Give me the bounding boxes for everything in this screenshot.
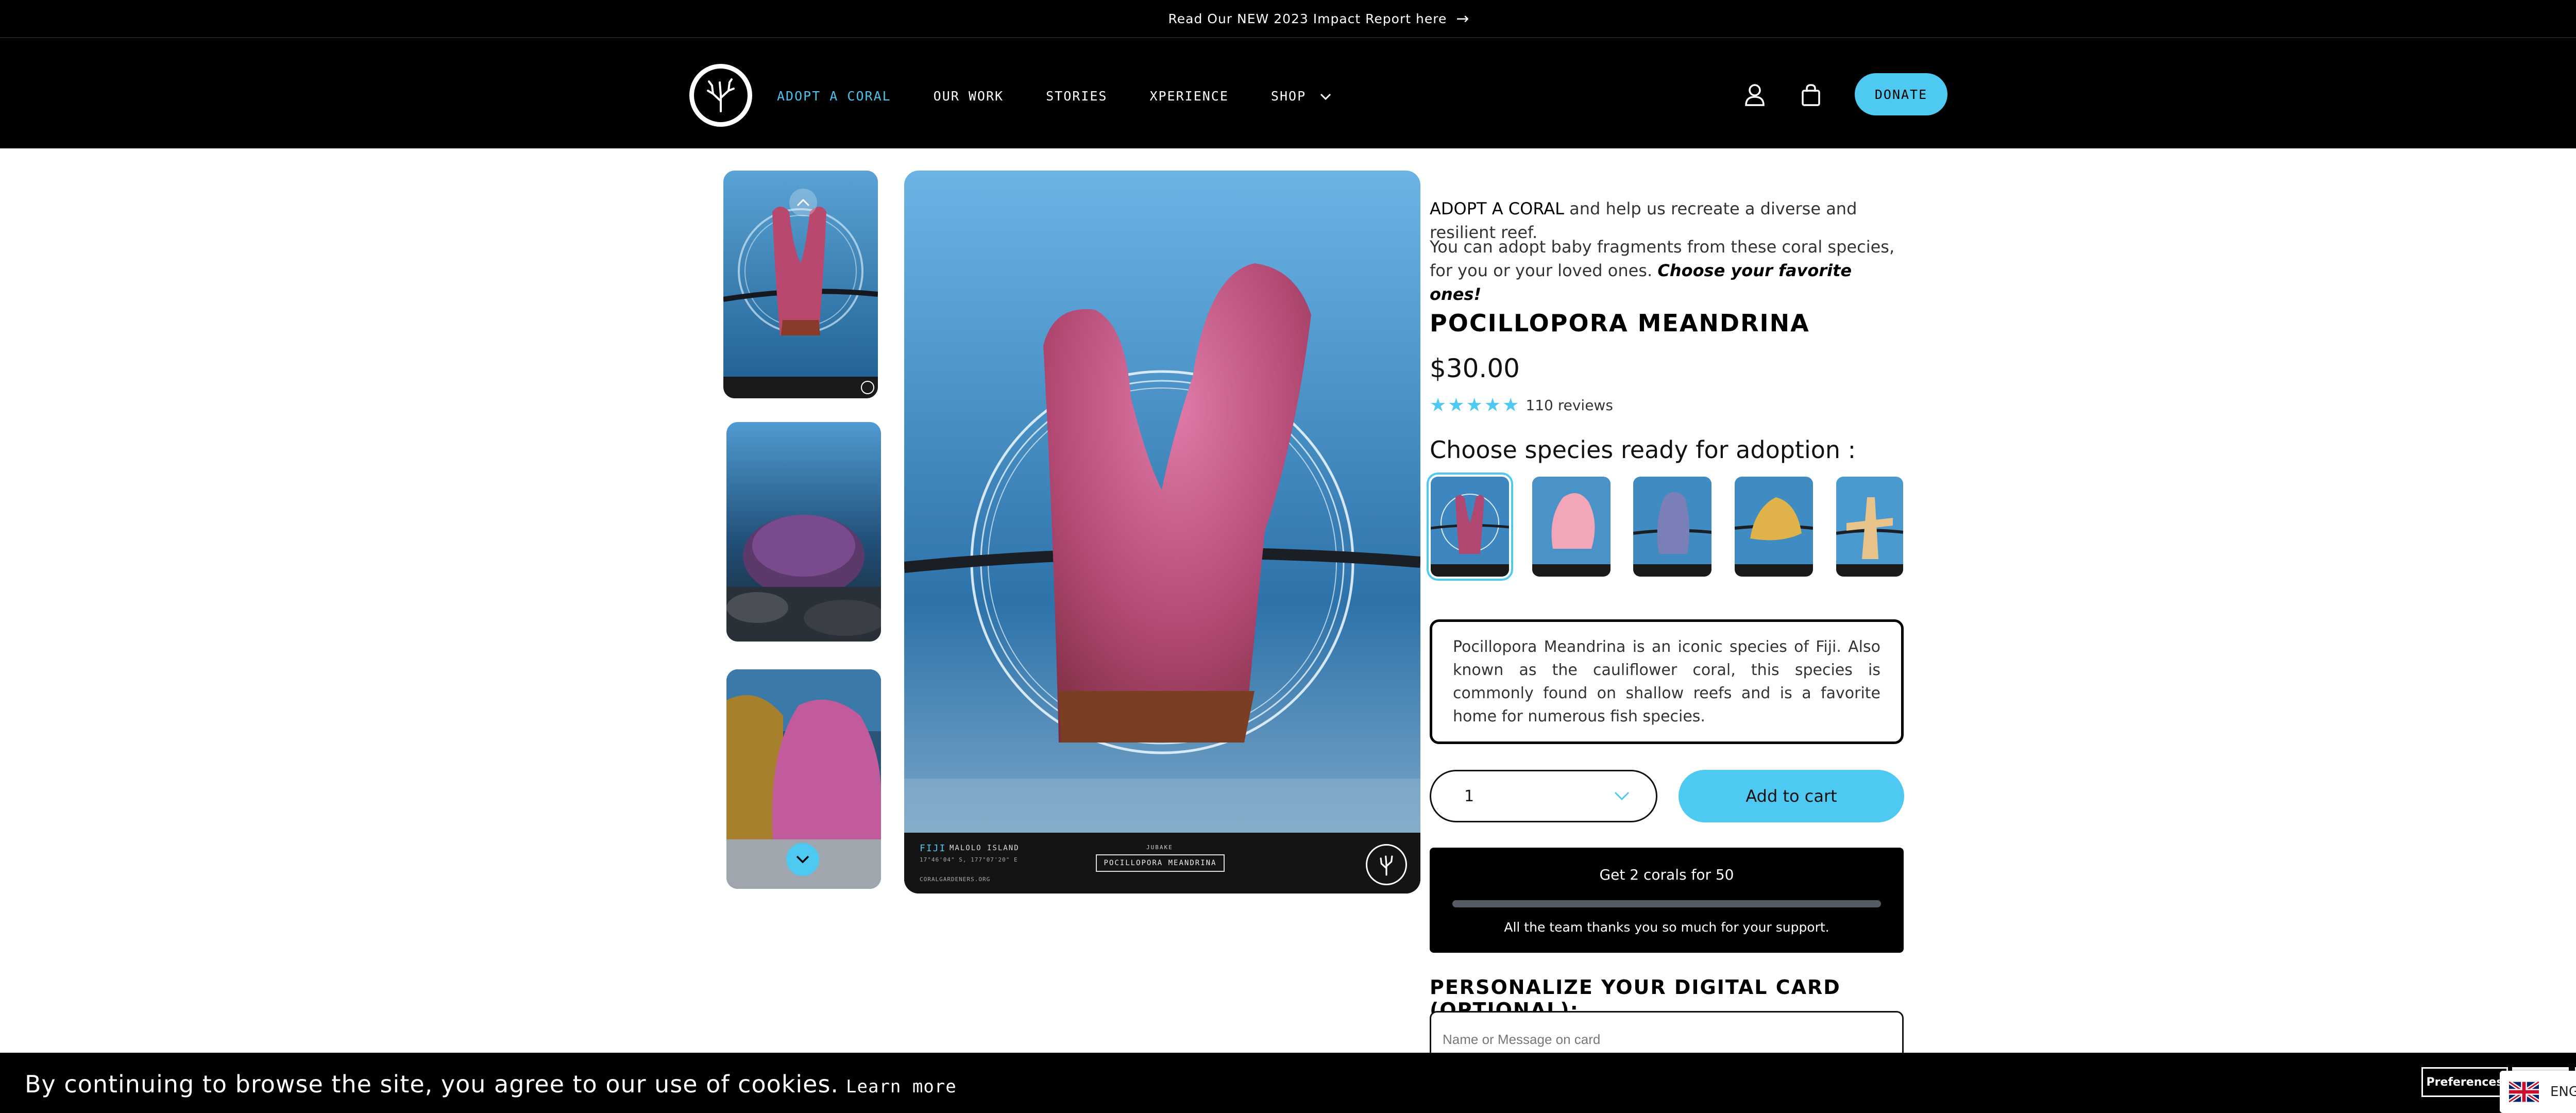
nav-shop[interactable]: SHOP xyxy=(1271,89,1331,104)
adoption-description: You can adopt baby fragments from these … xyxy=(1430,235,1904,306)
cookie-message: By continuing to browse the site, you ag… xyxy=(25,1070,957,1098)
nav-xperience[interactable]: XPERIENCE xyxy=(1149,89,1228,104)
thumbnail-2[interactable] xyxy=(726,422,881,642)
arrow-right-icon: → xyxy=(1456,9,1470,28)
learn-more-link[interactable]: Learn more xyxy=(846,1076,957,1097)
promo-progress-bar xyxy=(1452,900,1881,907)
species-swatch-image xyxy=(1735,477,1813,577)
quantity-select[interactable]: 1 xyxy=(1430,770,1657,822)
coral-reef-thumbnail-image xyxy=(726,422,881,642)
rating-row[interactable]: ★★★★★ 110 reviews xyxy=(1430,395,1904,416)
coral-gardeners-logo[interactable] xyxy=(689,64,752,127)
coordinates-label: 17°46'04" S, 177°07'20" E xyxy=(920,856,1018,863)
species-option-4[interactable] xyxy=(1735,477,1813,577)
cookie-banner: By continuing to browse the site, you ag… xyxy=(0,1053,2576,1113)
product-price: $30.00 xyxy=(1430,353,1520,383)
island-label: MALOLO ISLAND xyxy=(950,844,1020,852)
chevron-down-icon xyxy=(1614,791,1630,801)
intro-bold: ADOPT A CORAL xyxy=(1430,199,1564,218)
star-rating-icon: ★★★★★ xyxy=(1430,395,1521,416)
bundle-promo-box: Get 2 corals for 50 All the team thanks … xyxy=(1430,848,1904,953)
review-count[interactable]: 110 reviews xyxy=(1526,397,1613,414)
choose-species-label: Choose species ready for adoption : xyxy=(1430,436,1856,464)
add-to-cart-button[interactable]: Add to cart xyxy=(1679,770,1904,822)
nav-adopt-a-coral[interactable]: ADOPT A CORAL xyxy=(777,89,891,104)
region-label: FIJI xyxy=(920,843,946,854)
species-option-pocillopora[interactable] xyxy=(1427,473,1513,581)
nav-our-work[interactable]: OUR WORK xyxy=(934,89,1004,104)
species-swatch-image xyxy=(1836,477,1903,577)
species-swatch-image xyxy=(1431,477,1509,577)
cookie-text: By continuing to browse the site, you ag… xyxy=(25,1070,839,1098)
promo-title: Get 2 corals for 50 xyxy=(1599,866,1734,883)
language-code: ENG xyxy=(2550,1084,2576,1100)
uk-flag-icon xyxy=(2509,1082,2539,1102)
main-product-image[interactable]: FIJI MALOLO ISLAND 17°46'04" S, 177°07'2… xyxy=(904,171,1420,893)
thumbnail-scroll-up-button[interactable] xyxy=(789,189,817,216)
chevron-down-icon xyxy=(796,855,809,864)
promo-thanks-text: All the team thanks you so much for your… xyxy=(1504,920,1829,935)
thumbnail-scroll-down-button[interactable] xyxy=(786,843,819,876)
coral-logo-icon xyxy=(707,78,735,112)
donate-button[interactable]: DONATE xyxy=(1855,73,1947,115)
species-option-5[interactable] xyxy=(1836,477,1903,577)
account-icon[interactable] xyxy=(1739,79,1770,110)
coral-logo-icon xyxy=(1366,844,1407,885)
species-description-box: Pocillopora Meandrina is an iconic speci… xyxy=(1430,619,1904,744)
quantity-value: 1 xyxy=(1464,787,1475,805)
species-swatch-image xyxy=(1633,477,1711,577)
coral-label-footer: FIJI MALOLO ISLAND 17°46'04" S, 177°07'2… xyxy=(904,833,1420,893)
nav-shop-label: SHOP xyxy=(1270,88,1307,104)
site-header: ADOPT A CORAL OUR WORK STORIES XPERIENCE… xyxy=(0,38,2576,148)
chevron-up-icon xyxy=(796,198,810,207)
species-option-2[interactable] xyxy=(1532,477,1611,577)
site-label: CORALGARDENERS.ORG xyxy=(920,876,991,883)
species-option-3[interactable] xyxy=(1633,477,1711,577)
cookie-preferences-button[interactable]: Preferences xyxy=(2421,1067,2508,1097)
announcement-bar[interactable]: Read Our NEW 2023 Impact Report here → xyxy=(0,0,2576,38)
product-title: POCILLOPORA MEANDRINA xyxy=(1430,309,1810,337)
coral-name-label: JUBAKE xyxy=(1146,844,1173,851)
cart-icon[interactable] xyxy=(1795,79,1826,110)
pocillopora-coral-image xyxy=(904,171,1420,893)
language-selector[interactable]: ENG › xyxy=(2500,1071,2576,1113)
chevron-down-icon xyxy=(1320,93,1331,100)
species-swatch-image xyxy=(1532,477,1611,577)
species-tag: POCILLOPORA MEANDRINA xyxy=(1096,854,1225,872)
announcement-text[interactable]: Read Our NEW 2023 Impact Report here xyxy=(1168,11,1447,26)
nav-stories[interactable]: STORIES xyxy=(1046,89,1107,104)
main-nav: ADOPT A CORAL OUR WORK STORIES XPERIENCE… xyxy=(777,85,1374,107)
